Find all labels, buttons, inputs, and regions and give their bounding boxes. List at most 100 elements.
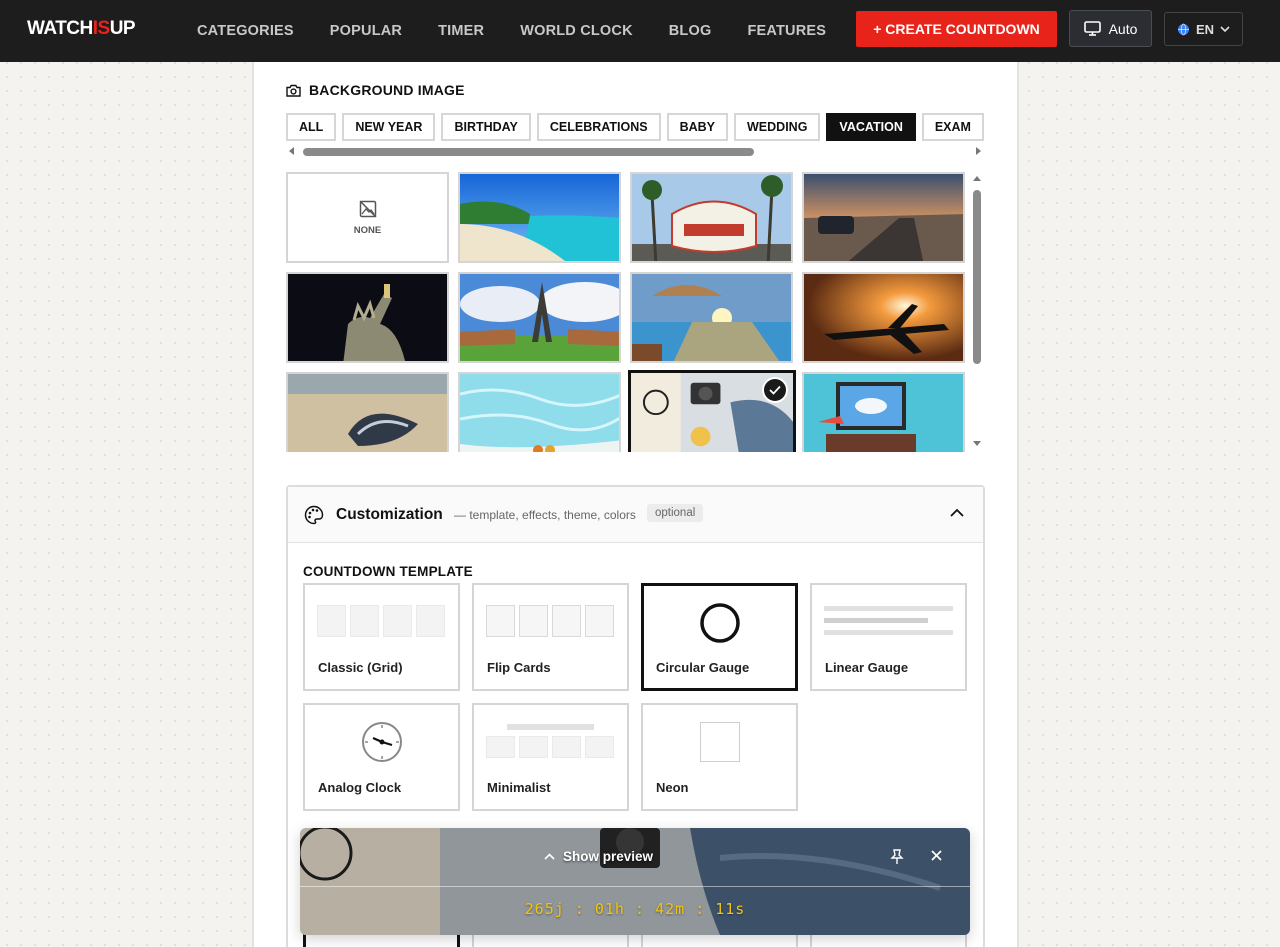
theme-toggle-button[interactable]: Auto — [1069, 10, 1152, 47]
timer-days: 265j — [524, 900, 565, 918]
globe-icon — [1177, 23, 1189, 35]
eiffel-tower-image — [460, 274, 619, 361]
circle-gauge-icon — [700, 603, 740, 643]
close-icon[interactable] — [930, 849, 943, 862]
seashell-sand-image — [288, 374, 447, 452]
timer-separator: : — [695, 900, 706, 918]
template-neon[interactable]: Neon — [641, 703, 798, 811]
background-image-heading: BACKGROUND IMAGE — [286, 82, 465, 98]
template-flip-cards[interactable]: Flip Cards — [472, 583, 629, 691]
monitor-icon — [1083, 21, 1101, 36]
background-image-grid: NONE — [286, 172, 967, 452]
camera-icon — [286, 84, 301, 97]
template-label: Classic (Grid) — [318, 660, 403, 675]
background-tile-travel-flatlay[interactable] — [628, 370, 796, 452]
background-tile-pool-water[interactable] — [458, 372, 621, 452]
menu-popular[interactable]: POPULAR — [330, 23, 402, 39]
menu-timer[interactable]: TIMER — [438, 23, 484, 39]
menu-categories[interactable]: CATEGORIES — [197, 23, 294, 39]
menu-world-clock[interactable]: WORLD CLOCK — [520, 23, 633, 39]
category-birthday[interactable]: BIRTHDAY — [441, 113, 531, 141]
customization-subtitle: — template, effects, theme, colors — [454, 508, 636, 522]
theme-label: Auto — [1108, 20, 1138, 37]
template-linear-gauge[interactable]: Linear Gauge — [810, 583, 967, 691]
background-tile-laptop-beach[interactable] — [802, 372, 965, 452]
template-minimalist[interactable]: Minimalist — [472, 703, 629, 811]
airplane-sunset-image — [804, 274, 963, 361]
selected-check-icon — [762, 377, 788, 403]
background-tile-desert-road[interactable] — [802, 172, 965, 263]
laptop-beach-image — [804, 374, 963, 452]
background-tile-pool-sunset[interactable] — [630, 272, 793, 363]
menu-features[interactable]: FEATURES — [747, 23, 826, 39]
background-image-title: BACKGROUND IMAGE — [309, 82, 465, 98]
category-all[interactable]: ALL — [286, 113, 337, 141]
show-preview-button[interactable]: Show preview — [544, 849, 653, 864]
background-tile-seashell[interactable] — [286, 372, 449, 452]
category-celebrations[interactable]: CELEBRATIONS — [536, 113, 661, 141]
countdown-template-heading: COUNTDOWN TEMPLATE — [303, 564, 473, 579]
logo-part-is: IS — [92, 18, 110, 39]
category-scrollbar[interactable] — [286, 146, 986, 158]
category-vacation[interactable]: VACATION — [826, 113, 916, 141]
template-label: Analog Clock — [318, 780, 402, 795]
category-new-year[interactable]: NEW YEAR — [342, 113, 436, 141]
background-tile-statue-of-liberty[interactable] — [286, 272, 449, 363]
scroll-right-arrow[interactable] — [976, 147, 981, 155]
show-preview-label: Show preview — [563, 849, 654, 864]
create-countdown-button[interactable]: + CREATE COUNTDOWN — [856, 11, 1057, 47]
timer-seconds: 11s — [715, 900, 746, 918]
desert-road-image — [804, 174, 963, 261]
background-tile-airplane-sunset[interactable] — [802, 272, 965, 363]
image-grid-scrollbar[interactable] — [971, 176, 983, 446]
language-selector[interactable]: EN — [1164, 12, 1243, 46]
customization-header[interactable]: Customization — template, effects, theme… — [288, 487, 983, 543]
category-wedding[interactable]: WEDDING — [734, 113, 821, 141]
template-circular-gauge[interactable]: Circular Gauge — [641, 583, 798, 691]
statue-of-liberty-image — [288, 274, 447, 361]
tropical-beach-image — [460, 174, 619, 261]
analog-clock-icon — [362, 722, 402, 762]
template-label: Minimalist — [487, 780, 551, 795]
scroll-up-arrow[interactable] — [973, 176, 981, 181]
none-label: NONE — [353, 225, 382, 236]
palette-icon — [304, 505, 324, 525]
main-menu: CATEGORIES POPULAR TIMER WORLD CLOCK BLO… — [197, 0, 862, 62]
scroll-down-arrow[interactable] — [973, 441, 981, 446]
language-label: EN — [1195, 21, 1215, 37]
pin-icon[interactable] — [890, 849, 904, 865]
las-vegas-sign-image — [632, 174, 791, 261]
logo-part-watch: WATCH — [27, 18, 93, 39]
timer-separator: : — [635, 900, 646, 918]
background-tile-none[interactable]: NONE — [286, 172, 449, 263]
background-tile-eiffel-tower[interactable] — [458, 272, 621, 363]
countdown-preview-bar: Show preview 265j : 01h : 42m : 11s — [300, 828, 970, 935]
chevron-down-icon — [1220, 25, 1230, 32]
scroll-left-arrow[interactable] — [289, 147, 294, 155]
category-baby[interactable]: BABY — [666, 113, 728, 141]
preview-divider — [300, 886, 970, 887]
template-analog-clock[interactable]: Analog Clock — [303, 703, 460, 811]
template-classic-grid[interactable]: Classic (Grid) — [303, 583, 460, 691]
scrollbar-thumb-vertical[interactable] — [973, 190, 981, 364]
pool-sunset-image — [632, 274, 791, 361]
top-navbar: WATCHISUP CATEGORIES POPULAR TIMER WORLD… — [0, 0, 1280, 62]
scrollbar-thumb[interactable] — [303, 148, 754, 156]
template-label: Flip Cards — [487, 660, 551, 675]
template-label: Circular Gauge — [656, 660, 750, 675]
optional-badge: optional — [647, 504, 704, 522]
category-exam[interactable]: EXAM — [921, 113, 984, 141]
template-label: Linear Gauge — [825, 660, 909, 675]
timer-hours: 01h — [594, 900, 625, 918]
menu-blog[interactable]: BLOG — [669, 23, 712, 39]
background-tile-tropical-beach[interactable] — [458, 172, 621, 263]
countdown-timer-readout: 265j : 01h : 42m : 11s — [300, 900, 970, 918]
category-tabs: ALL NEW YEAR BIRTHDAY CELEBRATIONS BABY WEDDI… — [286, 113, 986, 141]
timer-separator: : — [574, 900, 585, 918]
site-logo[interactable]: WATCHISUP — [27, 18, 136, 40]
pool-water-image — [460, 374, 619, 452]
chevron-up-icon — [544, 853, 555, 860]
background-tile-las-vegas[interactable] — [630, 172, 793, 263]
customization-title: Customization — [336, 506, 443, 523]
chevron-up-icon[interactable] — [950, 508, 964, 517]
